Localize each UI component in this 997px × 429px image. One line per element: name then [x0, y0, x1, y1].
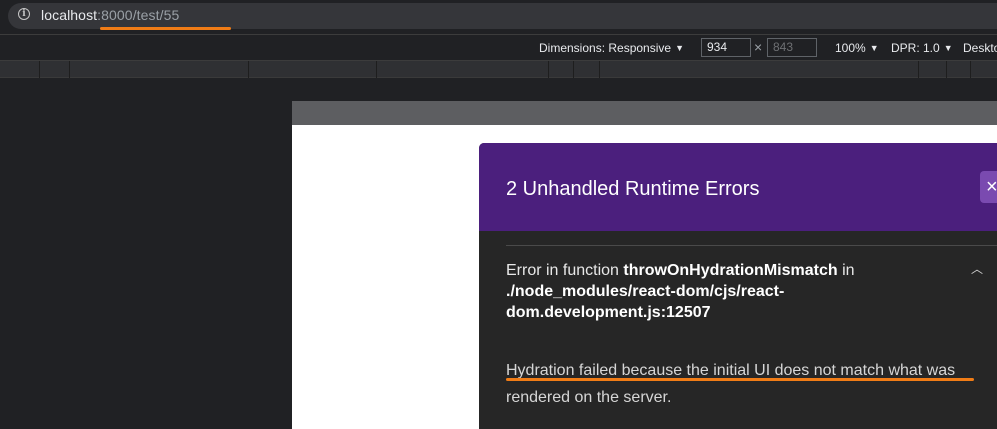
dpr-label: DPR: 1.0	[891, 41, 940, 55]
ruler-divider	[69, 61, 70, 78]
address-bar: i localhost:8000/test/55	[0, 0, 997, 34]
error-overlay: 2 Unhandled Runtime Errors × Error in fu…	[479, 143, 997, 429]
error-file-path[interactable]: ./node_modules/react-dom/cjs/react-dom.d…	[506, 283, 784, 321]
error-message: Hydration failed because the initial UI …	[506, 362, 956, 406]
ruler-divider	[599, 61, 600, 78]
times-symbol: ×	[754, 39, 763, 55]
ruler-divider	[376, 61, 377, 78]
ruler-divider	[918, 61, 919, 78]
width-input[interactable]: 934	[701, 38, 751, 57]
caret-down-icon: ▼	[869, 43, 879, 53]
ruler-divider	[573, 61, 574, 78]
error-overlay-header: 2 Unhandled Runtime Errors ×	[479, 143, 997, 231]
caret-down-icon: ▼	[943, 43, 953, 53]
close-button[interactable]: ×	[980, 171, 997, 203]
ruler-divider	[970, 61, 971, 78]
zoom-dropdown[interactable]: 100% ▼	[835, 40, 879, 56]
height-input[interactable]: 843	[767, 38, 817, 57]
dimensions-dropdown[interactable]: Dimensions: Responsive ▼	[539, 40, 684, 56]
ruler-divider	[39, 61, 40, 78]
error-location-prefix: Error in function	[506, 262, 624, 279]
annotation-underline	[100, 27, 231, 30]
ruler-divider	[248, 61, 249, 78]
error-location-in: in	[837, 262, 855, 279]
url-host: localhost	[41, 7, 98, 23]
error-function-name: throwOnHydrationMismatch	[623, 262, 838, 279]
device-mode-label: Deskto	[963, 41, 997, 55]
media-query-bar[interactable]	[0, 61, 997, 78]
ruler-divider	[946, 61, 947, 78]
dpr-dropdown[interactable]: DPR: 1.0 ▼	[891, 40, 953, 56]
url-path: :8000/test/55	[97, 7, 180, 23]
info-icon[interactable]: i	[18, 8, 30, 20]
caret-down-icon: ▼	[675, 43, 684, 53]
url-field[interactable]: localhost:8000/test/55	[41, 7, 179, 23]
divider	[506, 245, 997, 246]
viewport-resize-strip[interactable]	[292, 101, 997, 125]
annotation-underline	[506, 378, 974, 381]
error-overlay-title: 2 Unhandled Runtime Errors	[506, 178, 760, 200]
error-location: Error in function throwOnHydrationMismat…	[506, 260, 966, 323]
device-toolbar: Dimensions: Responsive ▼ 934 × 843 100% ▼ …	[0, 34, 997, 61]
zoom-label: 100%	[835, 41, 866, 55]
close-icon: ×	[986, 176, 997, 198]
device-mode-dropdown[interactable]: Deskto	[963, 40, 997, 56]
chevron-up-icon[interactable]: ︿	[971, 262, 983, 276]
dimensions-label: Dimensions: Responsive	[539, 41, 672, 55]
ruler-divider	[548, 61, 549, 78]
